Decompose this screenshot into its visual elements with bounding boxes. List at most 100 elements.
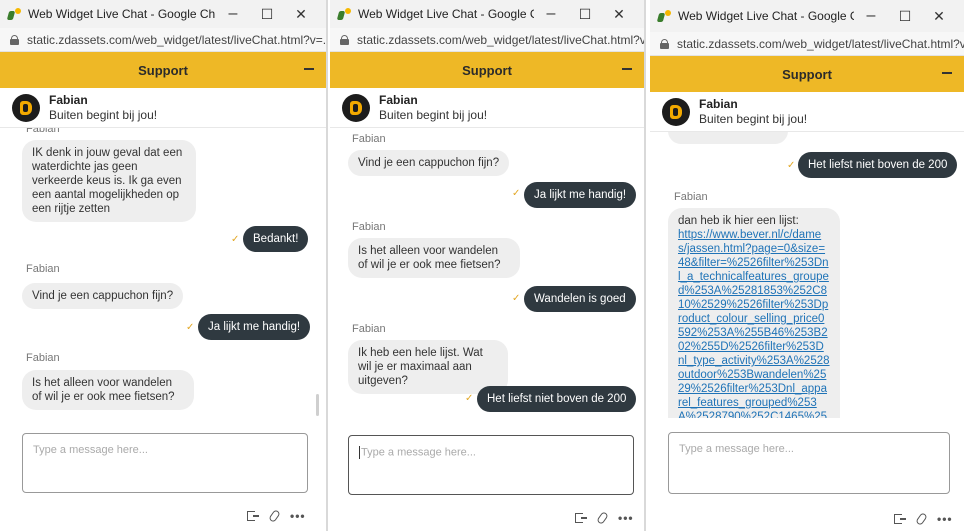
- agent-status: Buiten begint bij jou!: [49, 108, 158, 122]
- support-title: Support: [138, 62, 188, 78]
- chrome-icon: [336, 7, 352, 21]
- outgoing-message: Wandelen is goed: [524, 286, 636, 312]
- minimize-icon[interactable]: [304, 68, 314, 70]
- window-title: Web Widget Live Chat - Google Chrome: [28, 7, 216, 21]
- chat-window-3: Web Widget Live Chat - Google Chrome – ☐…: [650, 0, 964, 531]
- title-bar: Web Widget Live Chat - Google Chrome – ☐…: [650, 0, 964, 32]
- read-tick-icon: ✓: [465, 393, 474, 404]
- close-window-button[interactable]: ✕: [922, 8, 956, 25]
- message-input[interactable]: Type a message here...: [668, 432, 950, 494]
- attachment-icon[interactable]: [915, 512, 928, 526]
- maximize-window-button[interactable]: ☐: [250, 6, 284, 23]
- minimize-icon[interactable]: [942, 72, 952, 74]
- read-tick-icon: ✓: [512, 188, 521, 199]
- chat-footer: •••: [247, 509, 306, 523]
- scrollbar[interactable]: [316, 394, 319, 416]
- read-tick-icon: ✓: [186, 322, 195, 333]
- minimize-window-button[interactable]: –: [534, 5, 568, 23]
- close-window-button[interactable]: ✕: [284, 6, 318, 23]
- maximize-window-button[interactable]: ☐: [568, 6, 602, 23]
- support-header: Support: [330, 52, 644, 88]
- agent-header: Fabian Buiten begint bij jou!: [650, 92, 964, 132]
- chrome-icon: [6, 7, 22, 21]
- message-placeholder: Type a message here...: [361, 446, 476, 459]
- support-title: Support: [462, 62, 512, 78]
- read-tick-icon: ✓: [231, 234, 240, 245]
- agent-status: Buiten begint bij jou!: [699, 112, 808, 126]
- more-options-icon[interactable]: •••: [290, 510, 306, 522]
- message-placeholder: Type a message here...: [679, 443, 794, 455]
- outgoing-message: Het liefst niet boven de 200: [798, 152, 958, 178]
- message-list[interactable]: Fabian IK denk in jouw geval dat een wat…: [0, 128, 326, 420]
- sender-label: Fabian: [352, 133, 386, 145]
- agent-header: Fabian Buiten begint bij jou!: [0, 88, 326, 128]
- end-chat-icon[interactable]: [894, 513, 906, 525]
- window-title: Web Widget Live Chat - Google Chrome: [678, 9, 854, 23]
- end-chat-icon[interactable]: [575, 512, 587, 524]
- incoming-message: Is het alleen voor wandelen of wil je er…: [348, 238, 520, 278]
- address-bar[interactable]: static.zdassets.com/web_widget/latest/li…: [650, 32, 964, 56]
- outgoing-message: Ja lijkt me handig!: [524, 182, 637, 208]
- address-bar[interactable]: static.zdassets.com/web_widget/latest/li…: [330, 28, 644, 52]
- message-input[interactable]: Type a message here...: [22, 433, 308, 493]
- sender-label: Fabian: [26, 128, 60, 135]
- incoming-message: Vind je een cappuchon fijn?: [22, 283, 184, 309]
- minimize-icon[interactable]: [622, 68, 632, 70]
- attachment-icon[interactable]: [596, 511, 609, 525]
- avatar: [662, 97, 690, 126]
- message-list[interactable]: Fabian Vind je een cappuchon fijn? ✓ Ja …: [330, 128, 644, 420]
- incoming-message: Ik heb een hele lijst. Wat wil je er max…: [348, 340, 508, 394]
- product-link[interactable]: https://www.bever.nl/c/dames/jassen.html…: [678, 228, 830, 418]
- close-window-button[interactable]: ✕: [602, 6, 636, 23]
- address-bar[interactable]: static.zdassets.com/web_widget/latest/li…: [0, 28, 326, 52]
- more-options-icon[interactable]: •••: [937, 513, 953, 525]
- sender-label: Fabian: [674, 191, 708, 203]
- url-text: static.zdassets.com/web_widget/latest/li…: [27, 32, 326, 47]
- minimize-window-button[interactable]: –: [854, 7, 888, 25]
- incoming-message: dan heb ik hier een lijst: https://www.b…: [668, 208, 840, 418]
- url-text: static.zdassets.com/web_widget/latest/li…: [357, 32, 644, 47]
- incoming-message: [668, 132, 788, 144]
- lock-icon: [340, 34, 349, 45]
- outgoing-message: Het liefst niet boven de 200: [477, 386, 637, 412]
- chrome-icon: [656, 9, 672, 23]
- avatar: [12, 93, 40, 122]
- chat-window-1: Web Widget Live Chat - Google Chrome – ☐…: [0, 0, 328, 531]
- text-cursor: [359, 446, 360, 459]
- sender-label: Fabian: [352, 323, 386, 335]
- support-header: Support: [0, 52, 326, 88]
- more-options-icon[interactable]: •••: [618, 512, 634, 524]
- message-input[interactable]: Type a message here...: [348, 435, 634, 495]
- end-chat-icon[interactable]: [247, 510, 259, 522]
- sender-label: Fabian: [26, 352, 60, 364]
- link-intro-text: dan heb ik hier een lijst:: [678, 215, 799, 227]
- agent-name: Fabian: [49, 93, 88, 107]
- lock-icon: [10, 34, 19, 45]
- message-list[interactable]: ✓ Het liefst niet boven de 200 Fabian da…: [650, 132, 964, 418]
- read-tick-icon: ✓: [512, 293, 521, 304]
- window-title: Web Widget Live Chat - Google Chrome: [358, 7, 534, 21]
- avatar: [342, 93, 370, 122]
- agent-status: Buiten begint bij jou!: [379, 108, 488, 122]
- message-placeholder: Type a message here...: [33, 444, 148, 456]
- agent-name: Fabian: [699, 97, 738, 111]
- support-header: Support: [650, 56, 964, 92]
- incoming-message: IK denk in jouw geval dat een waterdicht…: [22, 140, 196, 222]
- chat-window-2: Web Widget Live Chat - Google Chrome – ☐…: [330, 0, 646, 531]
- read-tick-icon: ✓: [787, 160, 796, 171]
- title-bar: Web Widget Live Chat - Google Chrome – ☐…: [0, 0, 326, 28]
- attachment-icon[interactable]: [268, 509, 281, 523]
- minimize-window-button[interactable]: –: [216, 5, 250, 23]
- maximize-window-button[interactable]: ☐: [888, 8, 922, 25]
- incoming-message: Vind je een cappuchon fijn?: [348, 150, 510, 176]
- outgoing-message: Bedankt!: [243, 226, 309, 252]
- url-text: static.zdassets.com/web_widget/latest/li…: [677, 36, 964, 51]
- lock-icon: [660, 38, 669, 49]
- sender-label: Fabian: [26, 263, 60, 275]
- agent-name: Fabian: [379, 93, 418, 107]
- chat-footer: •••: [575, 511, 634, 525]
- agent-header: Fabian Buiten begint bij jou!: [330, 88, 644, 128]
- outgoing-message: Ja lijkt me handig!: [198, 314, 311, 340]
- incoming-message: Is het alleen voor wandelen of wil je er…: [22, 370, 194, 410]
- support-title: Support: [782, 66, 832, 82]
